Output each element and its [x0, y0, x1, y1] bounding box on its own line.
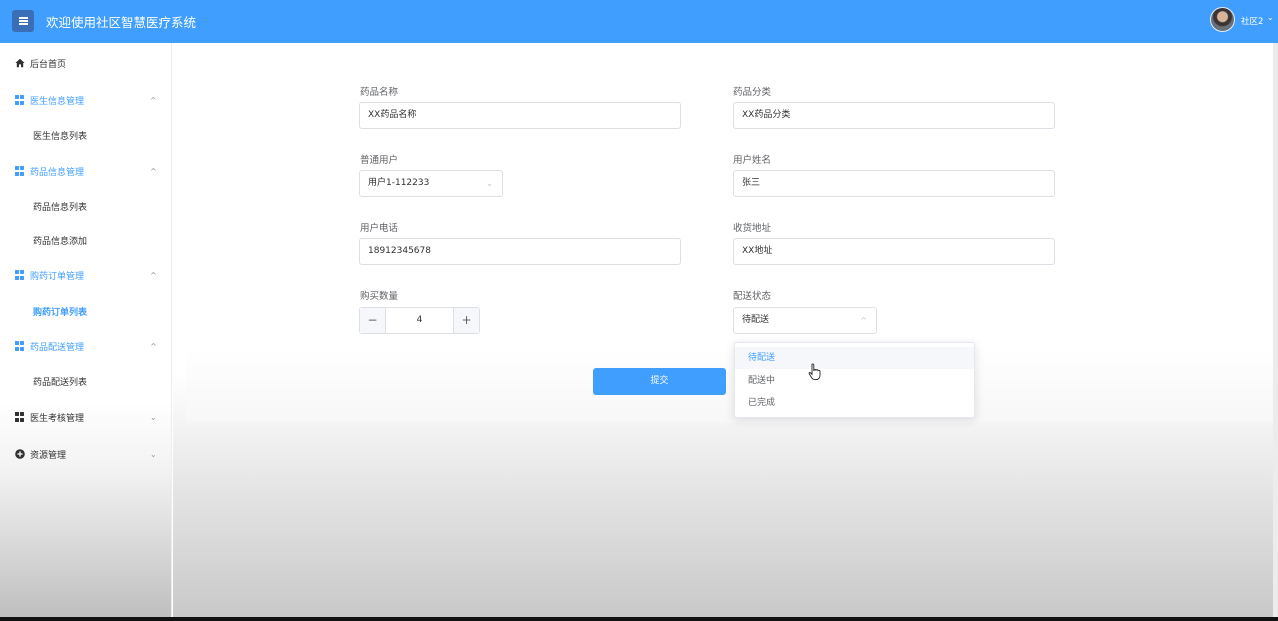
decrement-button[interactable]: −	[360, 308, 386, 333]
sidebar-item-label: 医生信息管理	[30, 96, 85, 107]
chevron-up-icon: ^	[150, 95, 157, 105]
chevron-up-icon: ^	[150, 270, 157, 280]
normal-user-select[interactable]: 用户1-112233 ⌄	[359, 170, 503, 197]
sidebar-item-doctor-info[interactable]: 医生信息管理 ^	[0, 90, 172, 110]
drug-category-label: 药品分类	[733, 87, 772, 98]
sidebar-subitem-label: 药品配送列表	[33, 377, 88, 388]
drug-name-input[interactable]: XX药品名称	[359, 102, 681, 129]
dropdown-option[interactable]: 待配送	[735, 347, 974, 369]
sidebar-subitem-drug-add[interactable]: 药品信息添加	[0, 230, 172, 250]
chevron-down-icon: ⌄	[150, 449, 157, 459]
increment-button[interactable]: +	[453, 308, 479, 333]
grid-icon	[15, 270, 25, 280]
hamburger-icon	[18, 17, 28, 25]
normal-user-value: 用户1-112233	[368, 178, 430, 188]
sidebar-subitem-label: 医生信息列表	[33, 131, 88, 142]
delivery-status-value: 待配送	[742, 315, 770, 325]
sidebar-item-home[interactable]: 后台首页	[0, 53, 172, 73]
sidebar-item-doctor-assessment[interactable]: 医生考核管理 ⌄	[0, 407, 172, 427]
bottom-edge	[0, 617, 1278, 621]
user-phone-input[interactable]: 18912345678	[359, 238, 681, 265]
app-title: 欢迎使用社区智慧医疗系统	[46, 15, 197, 30]
chevron-down-icon: ⌄	[150, 412, 157, 422]
normal-user-label: 普通用户	[360, 155, 399, 166]
user-phone-label: 用户电话	[360, 223, 399, 234]
grid-icon	[15, 341, 25, 351]
sidebar-item-delivery[interactable]: 药品配送管理 ^	[0, 336, 172, 356]
address-label: 收货地址	[733, 223, 772, 234]
sidebar-item-resources[interactable]: 资源管理 ⌄	[0, 444, 172, 464]
sidebar-item-label: 资源管理	[30, 450, 67, 461]
scroll-gutter	[1273, 43, 1278, 621]
delivery-status-select[interactable]: 待配送 ^	[733, 307, 877, 334]
delivery-status-label: 配送状态	[733, 291, 772, 302]
sidebar-subitem-label: 购药订单列表	[33, 307, 88, 318]
sidebar-item-drug-info[interactable]: 药品信息管理 ^	[0, 161, 172, 181]
grid-icon	[15, 166, 25, 176]
plus-circle-icon	[15, 449, 25, 459]
sidebar-subitem-drug-list[interactable]: 药品信息列表	[0, 196, 172, 216]
chevron-up-icon: ^	[150, 341, 157, 351]
menu-toggle-button[interactable]	[12, 10, 34, 32]
chevron-up-icon: ^	[860, 316, 867, 325]
chevron-down-icon[interactable]: ⌄	[1267, 13, 1274, 22]
grid-icon	[15, 95, 25, 105]
sidebar-subitem-delivery-list[interactable]: 药品配送列表	[0, 371, 172, 391]
user-realname-label: 用户姓名	[733, 155, 772, 166]
user-name[interactable]: 社区2	[1241, 15, 1263, 27]
grid-icon	[15, 412, 25, 422]
sidebar-subitem-doctor-list[interactable]: 医生信息列表	[0, 125, 172, 145]
chevron-up-icon: ^	[150, 166, 157, 176]
sidebar-item-label: 药品配送管理	[30, 342, 85, 353]
drug-category-input[interactable]: XX药品分类	[733, 102, 1055, 129]
home-icon	[15, 58, 25, 68]
sidebar-item-label: 后台首页	[30, 59, 67, 70]
drug-name-label: 药品名称	[360, 87, 399, 98]
sidebar-item-label: 医生考核管理	[30, 413, 85, 424]
top-bar: 欢迎使用社区智慧医疗系统 社区2 ⌄	[0, 0, 1278, 43]
sidebar-subitem-label: 药品信息列表	[33, 202, 88, 213]
user-realname-input[interactable]: 张三	[733, 170, 1055, 197]
submit-button[interactable]: 提交	[593, 368, 726, 395]
form-card	[186, 47, 1278, 423]
quantity-stepper: − 4 +	[359, 307, 480, 334]
address-input[interactable]: XX地址	[733, 238, 1055, 265]
hand-cursor-icon	[808, 363, 821, 381]
dropdown-option[interactable]: 配送中	[735, 370, 974, 392]
sidebar-subitem-label: 药品信息添加	[33, 236, 88, 247]
sidebar-subitem-order-list[interactable]: 购药订单列表	[0, 301, 172, 321]
delivery-status-dropdown: 待配送 配送中 已完成	[734, 342, 975, 418]
quantity-input[interactable]: 4	[387, 308, 452, 333]
sidebar: 后台首页 医生信息管理 ^ 医生信息列表 药品信息管理 ^ 药品信息列表 药品信…	[0, 43, 172, 621]
chevron-down-icon: ⌄	[486, 179, 493, 188]
sidebar-item-label: 药品信息管理	[30, 167, 85, 178]
dropdown-option[interactable]: 已完成	[735, 392, 974, 414]
sidebar-item-label: 购药订单管理	[30, 271, 85, 282]
avatar[interactable]	[1210, 7, 1235, 32]
sidebar-item-orders[interactable]: 购药订单管理 ^	[0, 265, 172, 285]
quantity-label: 购买数量	[360, 291, 399, 302]
